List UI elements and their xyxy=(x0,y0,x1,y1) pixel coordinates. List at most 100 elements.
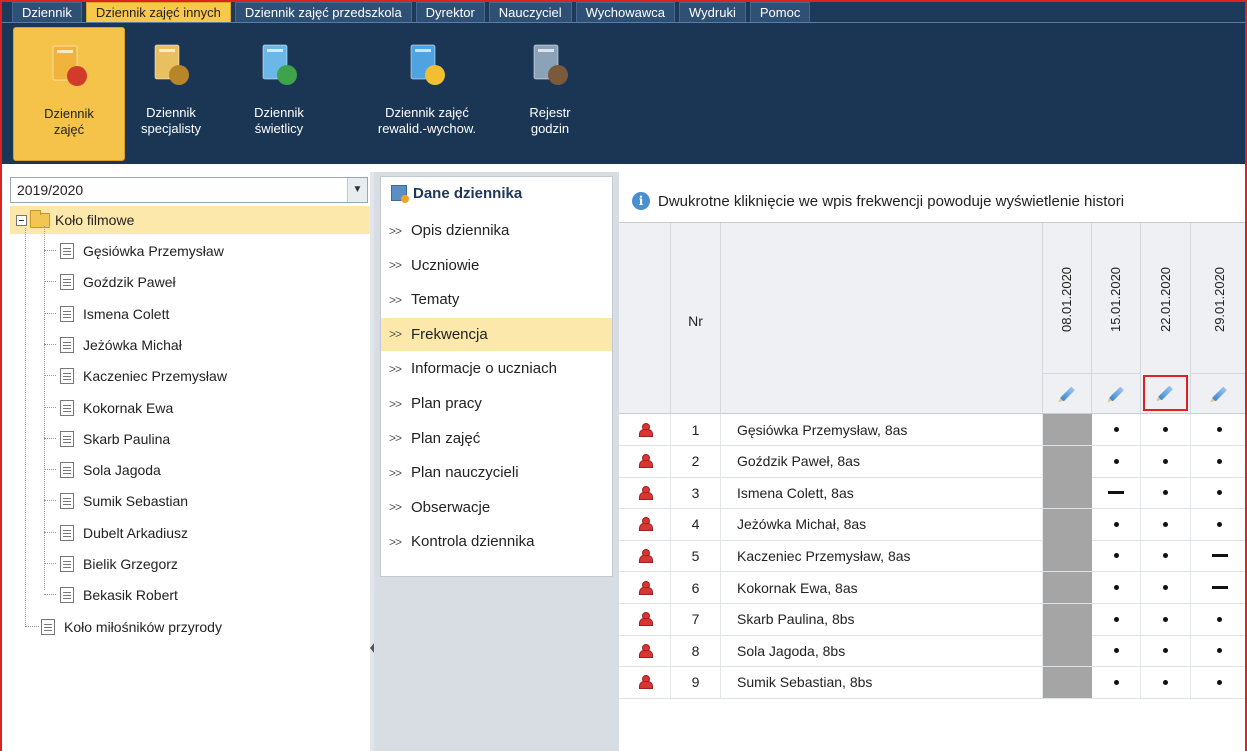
tree-item-skarb-paulina[interactable]: Skarb Paulina xyxy=(60,425,170,453)
student-icon[interactable] xyxy=(638,675,653,690)
attendance-cell[interactable] xyxy=(1141,477,1191,509)
attendance-cell[interactable] xyxy=(1043,445,1092,477)
journal-menu-opis-dziennika[interactable]: >> Opis dziennika xyxy=(381,214,612,247)
attendance-cell[interactable] xyxy=(1092,540,1141,572)
edit-attendance-button[interactable] xyxy=(1143,375,1188,411)
attendance-cell[interactable] xyxy=(1191,572,1245,603)
tree-group-kolo-milosnikow-przyrody[interactable]: Koło miłośników przyrody xyxy=(41,613,222,641)
attendance-cell[interactable] xyxy=(1043,572,1092,603)
tree-item-kokornak-ewa[interactable]: Kokornak Ewa xyxy=(60,394,173,422)
attendance-cell[interactable] xyxy=(1092,508,1141,540)
attendance-cell[interactable] xyxy=(1043,603,1092,635)
tree-item-sola-jagoda[interactable]: Sola Jagoda xyxy=(60,456,161,484)
date-label: 22.01.2020 xyxy=(1158,266,1174,332)
ribbon-button-dziennik-specjalisty[interactable]: Dziennik specjalisty xyxy=(127,27,215,161)
table-row[interactable]: 5 Kaczeniec Przemysław, 8as xyxy=(619,540,1245,573)
journal-menu-informacje-o-uczniach[interactable]: >> Informacje o uczniach xyxy=(381,352,612,385)
tree-item-gozdzik-pawel[interactable]: Goździk Paweł xyxy=(60,268,176,296)
attendance-cell[interactable] xyxy=(1092,445,1141,477)
menu-tab-dyrektor[interactable]: Dyrektor xyxy=(415,2,485,22)
attendance-cell[interactable] xyxy=(1141,508,1191,540)
menu-tab-pomoc[interactable]: Pomoc xyxy=(749,2,811,22)
tree-item-bielik-grzegorz[interactable]: Bielik Grzegorz xyxy=(60,550,178,578)
tree-item-dubelt-arkadiusz[interactable]: Dubelt Arkadiusz xyxy=(60,519,188,547)
attendance-cell[interactable] xyxy=(1092,666,1141,698)
attendance-cell[interactable] xyxy=(1043,414,1092,445)
attendance-cell[interactable] xyxy=(1043,540,1092,572)
table-row[interactable]: 6 Kokornak Ewa, 8as xyxy=(619,572,1245,604)
ribbon-button-dziennik-zajec-rewalid-wychow[interactable]: Dziennik zajęć rewalid.-wychow. xyxy=(352,27,502,161)
attendance-cell[interactable] xyxy=(1043,477,1092,509)
attendance-cell[interactable] xyxy=(1141,635,1191,667)
menu-tab-wychowawca[interactable]: Wychowawca xyxy=(575,2,676,22)
table-row[interactable]: 3 Ismena Colett, 8as xyxy=(619,477,1245,510)
edit-attendance-button[interactable] xyxy=(1043,373,1091,413)
tree-item-gesiowka-przemyslaw[interactable]: Gęsiówka Przemysław xyxy=(60,237,224,265)
attendance-cell[interactable] xyxy=(1092,414,1141,445)
menu-tab-dziennik-zajec-innych[interactable]: Dziennik zajęć innych xyxy=(85,2,231,22)
attendance-cell[interactable] xyxy=(1191,446,1245,477)
table-row[interactable]: 4 Jeżówka Michał, 8as xyxy=(619,508,1245,541)
journal-menu-frekwencja[interactable]: >> Frekwencja xyxy=(381,317,612,351)
attendance-cell[interactable] xyxy=(1092,572,1141,603)
tree-item-jezowka-michal[interactable]: Jeżówka Michał xyxy=(60,331,182,359)
chevron-down-icon[interactable]: ▼ xyxy=(347,178,367,202)
attendance-cell[interactable] xyxy=(1141,445,1191,477)
tree-item-kaczeniec-przemyslaw[interactable]: Kaczeniec Przemysław xyxy=(60,362,227,390)
menu-tab-nauczyciel[interactable]: Nauczyciel xyxy=(488,2,572,22)
document-icon xyxy=(60,524,74,541)
ribbon-button-rejestr-godzin[interactable]: Rejestr godzin xyxy=(510,27,590,161)
attendance-cell[interactable] xyxy=(1191,635,1245,666)
attendance-cell[interactable] xyxy=(1191,509,1245,540)
ribbon-button-dziennik-swietlicy[interactable]: Dziennik świetlicy xyxy=(237,27,321,161)
edit-attendance-button[interactable] xyxy=(1191,373,1245,413)
attendance-cell[interactable] xyxy=(1043,666,1092,698)
attendance-cell[interactable] xyxy=(1191,667,1245,698)
table-row[interactable]: 8 Sola Jagoda, 8bs xyxy=(619,635,1245,668)
attendance-cell[interactable] xyxy=(1191,540,1245,571)
ribbon-button-dziennik-zajec[interactable]: Dziennik zajęć xyxy=(13,27,125,161)
attendance-cell[interactable] xyxy=(1141,540,1191,572)
journal-menu-kontrola-dziennika[interactable]: >> Kontrola dziennika xyxy=(381,525,612,558)
journal-menu-uczniowie[interactable]: >> Uczniowie xyxy=(381,249,612,282)
student-icon[interactable] xyxy=(638,517,653,532)
student-icon[interactable] xyxy=(638,454,653,469)
journal-menu-tematy[interactable]: >> Tematy xyxy=(381,283,612,316)
table-row[interactable]: 2 Goździk Paweł, 8as xyxy=(619,445,1245,478)
table-row[interactable]: 7 Skarb Paulina, 8bs xyxy=(619,603,1245,636)
journal-menu-plan-nauczycieli[interactable]: >> Plan nauczycieli xyxy=(381,456,612,489)
student-icon[interactable] xyxy=(638,485,653,500)
attendance-cell[interactable] xyxy=(1092,603,1141,635)
tree-item-sumik-sebastian[interactable]: Sumik Sebastian xyxy=(60,487,188,515)
journal-menu-obserwacje[interactable]: >> Obserwacje xyxy=(381,491,612,524)
menu-tab-dziennik[interactable]: Dziennik xyxy=(12,2,82,22)
attendance-cell[interactable] xyxy=(1141,603,1191,635)
menu-tab-wydruki[interactable]: Wydruki xyxy=(679,2,746,22)
student-icon[interactable] xyxy=(638,548,653,563)
student-icon[interactable] xyxy=(638,643,653,658)
tree-item-bekasik-robert[interactable]: Bekasik Robert xyxy=(60,581,178,609)
journal-menu-plan-pracy[interactable]: >> Plan pracy xyxy=(381,387,612,420)
table-row[interactable]: 9 Sumik Sebastian, 8bs xyxy=(619,666,1245,699)
edit-attendance-button[interactable] xyxy=(1092,373,1140,413)
collapse-icon[interactable] xyxy=(16,214,27,226)
school-year-select[interactable]: 2019/2020 ▼ xyxy=(10,177,368,203)
attendance-cell[interactable] xyxy=(1141,414,1191,445)
attendance-cell[interactable] xyxy=(1043,635,1092,667)
attendance-cell[interactable] xyxy=(1191,477,1245,508)
attendance-cell[interactable] xyxy=(1191,414,1245,445)
attendance-cell[interactable] xyxy=(1141,572,1191,603)
attendance-cell[interactable] xyxy=(1043,508,1092,540)
student-icon[interactable] xyxy=(638,580,653,595)
menu-tab-dziennik-zajec-przedszkola[interactable]: Dziennik zajęć przedszkola xyxy=(234,2,412,22)
journal-menu-plan-zajec[interactable]: >> Plan zajęć xyxy=(381,422,612,455)
tree-group-kolo-filmowe[interactable]: Koło filmowe xyxy=(10,206,370,234)
attendance-cell[interactable] xyxy=(1092,477,1141,509)
attendance-cell[interactable] xyxy=(1191,604,1245,635)
attendance-cell[interactable] xyxy=(1092,635,1141,667)
attendance-cell[interactable] xyxy=(1141,666,1191,698)
student-icon[interactable] xyxy=(638,422,653,437)
table-row[interactable]: 1 Gęsiówka Przemysław, 8as xyxy=(619,414,1245,446)
tree-item-ismena-colett[interactable]: Ismena Colett xyxy=(60,300,169,328)
student-icon[interactable] xyxy=(638,612,653,627)
